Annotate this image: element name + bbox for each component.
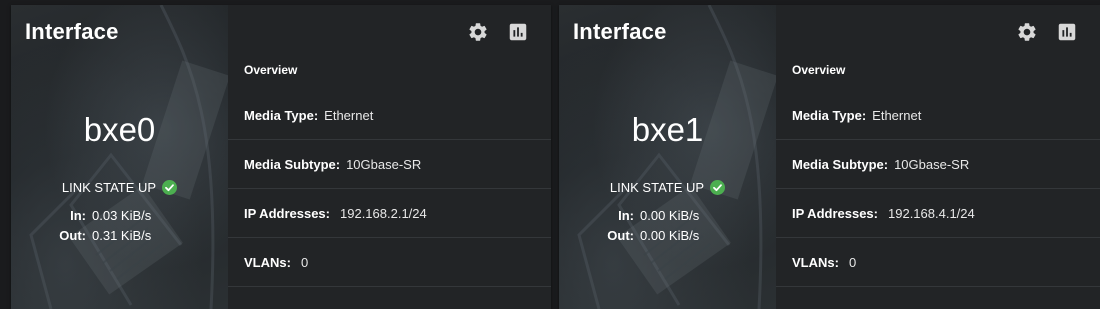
rate-in-value: 0.03 KiB/s <box>92 207 152 223</box>
field-value: Ethernet <box>324 107 374 123</box>
ip-addresses-row: IP Addresses: 192.168.2.1/24 <box>228 189 551 238</box>
overview-list: Media Type: Ethernet Media Subtype: 10Gb… <box>228 91 551 287</box>
interface-hero-panel: Interface bxe0 LINK STATE UP In: 0.03 Ki… <box>11 5 228 309</box>
rate-in-value: 0.00 KiB/s <box>640 207 700 223</box>
traffic-rates: In: 0.03 KiB/s Out: 0.31 KiB/s <box>11 205 228 245</box>
card-title: Interface <box>573 19 667 44</box>
field-label: Media Subtype: <box>792 156 889 172</box>
ip-addresses-row: IP Addresses: 192.168.4.1/24 <box>776 189 1100 238</box>
field-value: 10Gbase-SR <box>894 156 970 172</box>
field-label: VLANs: <box>792 254 839 270</box>
check-circle-icon <box>162 180 178 195</box>
interface-name: bxe0 <box>83 111 156 148</box>
vlans-row: VLANs: 0 <box>776 238 1100 287</box>
card-toolbar <box>1016 21 1078 43</box>
rate-in-label: In: <box>618 207 634 223</box>
rate-out-value: 0.31 KiB/s <box>92 227 152 243</box>
media-subtype-row: Media Subtype: 10Gbase-SR <box>776 140 1100 189</box>
settings-button[interactable] <box>1016 21 1038 43</box>
field-label: Media Type: <box>244 107 319 123</box>
media-subtype-row: Media Subtype: 10Gbase-SR <box>228 140 551 189</box>
statistics-button[interactable] <box>1056 21 1078 43</box>
rate-in-row: In: 0.00 KiB/s <box>559 205 776 225</box>
ethernet-cable-background-image <box>29 5 228 309</box>
field-label: Media Type: <box>792 107 867 123</box>
rate-out-label: Out: <box>59 227 86 243</box>
bar-chart-icon <box>1058 23 1076 41</box>
field-value: 0 <box>848 254 857 270</box>
field-value: 10Gbase-SR <box>346 156 422 172</box>
gear-icon <box>469 23 487 41</box>
rate-out-row: Out: 0.00 KiB/s <box>559 225 776 245</box>
rate-out-label: Out: <box>607 227 634 243</box>
check-circle-icon <box>710 180 726 195</box>
link-state-label: LINK STATE UP <box>609 180 705 195</box>
field-label: Media Subtype: <box>244 156 341 172</box>
field-value: Ethernet <box>872 107 922 123</box>
interface-name: bxe1 <box>631 111 704 148</box>
media-type-row: Media Type: Ethernet <box>228 91 551 140</box>
field-value: 192.168.4.1/24 <box>888 205 975 221</box>
rate-in-row: In: 0.03 KiB/s <box>11 205 228 225</box>
overview-heading: Overview <box>792 63 846 77</box>
field-value: 192.168.2.1/24 <box>340 205 427 221</box>
link-state-label: LINK STATE UP <box>61 180 157 195</box>
field-label: VLANs: <box>244 254 291 270</box>
statistics-button[interactable] <box>507 21 529 43</box>
card-title: Interface <box>25 19 119 44</box>
field-label: IP Addresses: <box>792 205 878 221</box>
interface-details-panel: Overview Media Type: Ethernet Media Subt… <box>776 5 1100 309</box>
bar-chart-icon <box>509 23 527 41</box>
interface-hero-panel: Interface bxe1 LINK STATE UP In: 0.00 Ki… <box>559 5 776 309</box>
interface-card-bxe1: Interface bxe1 LINK STATE UP In: 0.00 Ki… <box>559 5 1100 309</box>
field-label: IP Addresses: <box>244 205 330 221</box>
card-toolbar <box>467 21 529 43</box>
rate-in-label: In: <box>70 207 86 223</box>
media-type-row: Media Type: Ethernet <box>776 91 1100 140</box>
gear-icon <box>1018 23 1036 41</box>
settings-button[interactable] <box>467 21 489 43</box>
link-state: LINK STATE UP <box>559 180 776 195</box>
field-value: 0 <box>300 254 309 270</box>
overview-heading: Overview <box>244 63 298 77</box>
rate-out-value: 0.00 KiB/s <box>640 227 700 243</box>
vlans-row: VLANs: 0 <box>228 238 551 287</box>
interface-card-bxe0: Interface bxe0 LINK STATE UP In: 0.03 Ki… <box>11 5 551 309</box>
traffic-rates: In: 0.00 KiB/s Out: 0.00 KiB/s <box>559 205 776 245</box>
interface-details-panel: Overview Media Type: Ethernet Media Subt… <box>228 5 551 309</box>
interface-cards: Interface bxe0 LINK STATE UP In: 0.03 Ki… <box>0 0 1100 309</box>
link-state: LINK STATE UP <box>11 180 228 195</box>
rate-out-row: Out: 0.31 KiB/s <box>11 225 228 245</box>
overview-list: Media Type: Ethernet Media Subtype: 10Gb… <box>776 91 1100 287</box>
ethernet-cable-background-image <box>577 5 776 309</box>
